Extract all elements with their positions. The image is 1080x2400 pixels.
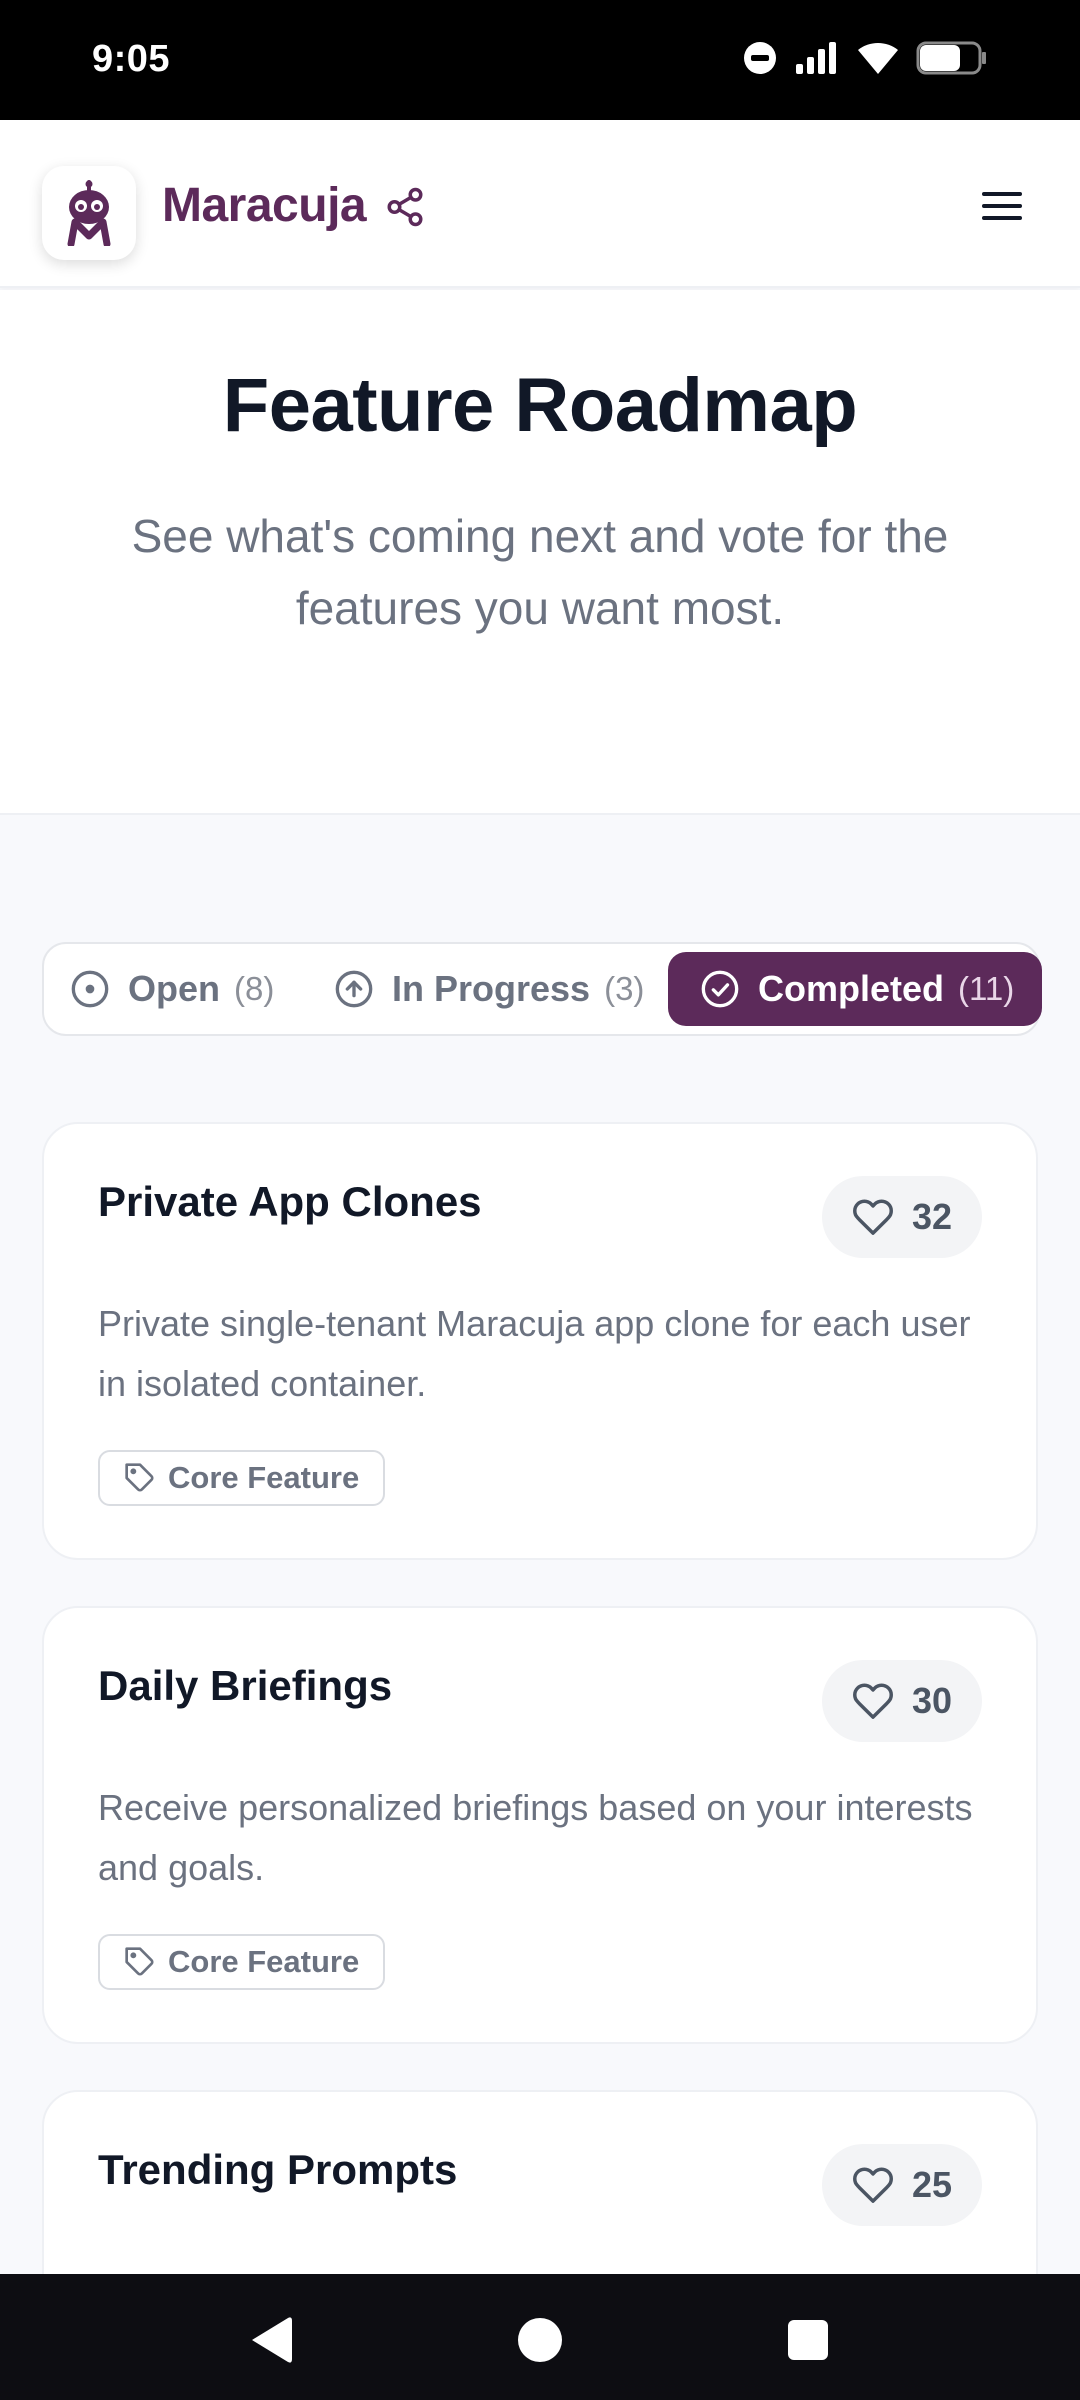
category-tag: Core Feature [98,1450,386,1506]
system-nav-bar [0,2274,1080,2400]
home-circle-icon [518,2318,562,2362]
arrow-up-circle-icon [334,969,374,1009]
status-tabs: Open (8) In Progress (3) Completed (11) [42,942,1042,1036]
vote-button[interactable]: 25 [822,2144,982,2226]
share-icon [387,187,423,227]
feature-title: Private App Clones [98,1178,482,1225]
tag-label: Core Feature [168,1460,360,1495]
vote-count: 30 [911,1680,953,1721]
recents-square-icon [788,2320,828,2360]
heart-icon [853,1199,893,1235]
feature-description: Receive personalized briefings based on … [98,1787,973,1888]
heart-icon [853,1683,893,1719]
vote-count: 25 [911,2164,953,2205]
logo[interactable] [42,166,136,260]
recents-button[interactable] [778,2310,838,2370]
feature-description: Private single-tenant Maracuja app clone… [98,1303,971,1404]
tab-completed-label: Completed [758,968,945,1009]
vote-count: 32 [911,1196,953,1237]
battery-icon [916,41,986,75]
wifi-icon [858,42,898,74]
feature-title: Trending Prompts [98,2146,458,2193]
app-header: Maracuja [0,120,1080,288]
category-tag: Core Feature [98,1934,386,1990]
tab-completed-count: (11) [958,970,1015,1007]
check-circle-icon [700,969,740,1009]
status-time: 9:05 [92,38,171,80]
tab-in-progress-count: (3) [604,970,645,1007]
logo-icon [67,180,111,246]
feature-title: Daily Briefings [98,1662,393,1709]
hamburger-menu-icon [982,192,1022,220]
vote-button[interactable]: 30 [822,1660,982,1742]
home-button[interactable] [510,2310,570,2370]
tab-open-label: Open [128,968,221,1009]
vote-button[interactable]: 32 [822,1176,982,1258]
brand-name[interactable]: Maracuja [162,178,367,233]
tag-icon [125,1463,154,1492]
tab-completed[interactable]: Completed (11) [668,952,1042,1026]
tab-in-progress[interactable]: In Progress (3) [334,952,644,1026]
status-bar: 9:05 [0,0,1080,120]
back-triangle-icon [252,2317,292,2363]
menu-button[interactable] [972,176,1032,236]
feature-card[interactable]: Private App Clones 32 Private single-ten… [42,1122,1038,1560]
page-title: Feature Roadmap [222,363,858,448]
back-button[interactable] [240,2310,300,2370]
status-icons [742,40,988,76]
hero-section: Feature Roadmap See what's coming next a… [0,290,1080,815]
feature-card[interactable]: Daily Briefings 30 Receive personalized … [42,1606,1038,2044]
tag-label: Core Feature [168,1944,360,1979]
share-button[interactable] [380,182,430,232]
do-not-disturb-icon [744,42,776,74]
tab-in-progress-label: In Progress [392,968,591,1009]
signal-icon [796,42,836,74]
heart-icon [853,2167,893,2203]
page-subtitle: See what's coming next and vote for the … [131,510,949,634]
tab-open[interactable]: Open (8) [70,952,274,1026]
tab-open-count: (8) [234,970,275,1007]
circle-dot-icon [70,969,110,1009]
tag-icon [125,1947,154,1976]
